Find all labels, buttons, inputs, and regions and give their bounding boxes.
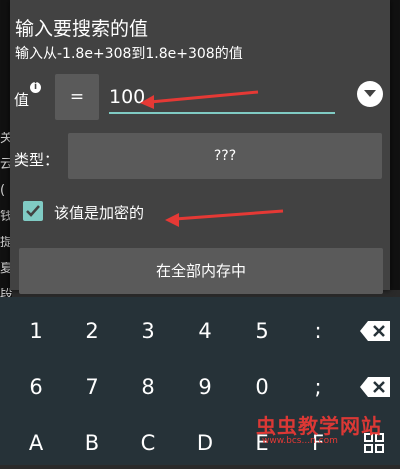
key-6[interactable]: 6 [10, 361, 62, 413]
encrypted-checkbox[interactable] [23, 201, 43, 221]
key-9[interactable]: 9 [179, 361, 231, 413]
clear-icon [360, 377, 390, 397]
key-7[interactable]: 7 [66, 361, 118, 413]
watermark-logo: 虫虫教学网站 [256, 414, 382, 438]
dialog-title: 输入要搜索的值 [15, 18, 149, 40]
key-3[interactable]: 3 [122, 305, 174, 357]
backspace-icon [360, 321, 390, 341]
clear-key[interactable] [348, 361, 400, 413]
value-input[interactable] [109, 82, 335, 114]
key-1[interactable]: 1 [10, 305, 62, 357]
key-a[interactable]: A [10, 417, 62, 469]
encrypted-label[interactable]: 该值是加密的 [54, 202, 144, 223]
key-8[interactable]: 8 [122, 361, 174, 413]
chevron-down-icon [364, 90, 376, 97]
dialog-subtitle: 输入从-1.8e+308到1.8e+308的值 [15, 46, 243, 62]
checkmark-icon [26, 205, 40, 217]
type-label: 类型： [14, 151, 60, 169]
history-dropdown-button[interactable] [357, 81, 383, 107]
key-2[interactable]: 2 [66, 305, 118, 357]
key-b[interactable]: B [66, 417, 118, 469]
watermark-url: www.bcs...n.com [262, 436, 338, 446]
key-0[interactable]: 0 [236, 361, 288, 413]
key-c[interactable]: C [122, 417, 174, 469]
value-label: 值 [14, 91, 30, 109]
operator-button[interactable]: = [55, 74, 99, 120]
backspace-key[interactable] [348, 305, 400, 357]
info-icon[interactable]: i [30, 82, 41, 93]
key-d[interactable]: D [179, 417, 231, 469]
numeric-keyboard: 1 2 3 4 5 : 6 7 8 9 0 ; A B C D E F [0, 297, 400, 465]
key-semicolon[interactable]: ; [292, 361, 344, 413]
key-4[interactable]: 4 [179, 305, 231, 357]
type-select-button[interactable]: ??? [68, 133, 382, 179]
key-5[interactable]: 5 [236, 305, 288, 357]
key-colon[interactable]: : [292, 305, 344, 357]
search-value-dialog: 输入要搜索的值 输入从-1.8e+308到1.8e+308的值 值 i = 类型… [10, 0, 390, 294]
search-all-memory-button[interactable]: 在全部内存中 [19, 248, 383, 294]
